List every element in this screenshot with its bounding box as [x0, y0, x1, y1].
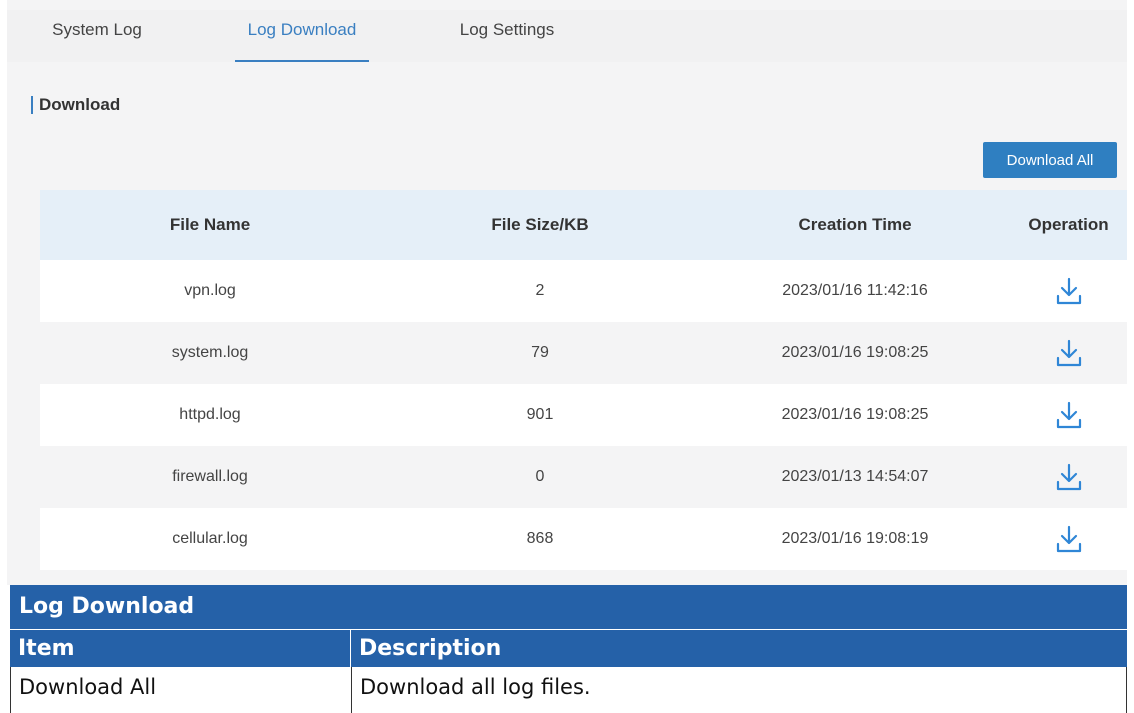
header-creation-time: Creation Time	[798, 215, 912, 234]
tab-log-download[interactable]: Log Download	[235, 10, 369, 62]
table-header: File Name File Size/KB Creation Time Ope…	[40, 190, 1127, 260]
download-icon[interactable]	[1054, 524, 1084, 554]
doc-table-header: Item Description	[10, 629, 1127, 667]
file-name-cell: httpd.log	[179, 406, 241, 423]
download-icon[interactable]	[1054, 338, 1084, 368]
doc-header-description: Description	[351, 629, 1127, 667]
download-icon[interactable]	[1054, 276, 1084, 306]
operation-cell	[1010, 260, 1127, 322]
doc-description-table: Log Download Item Description Download A…	[10, 585, 1127, 713]
log-page: System Log Log Download Log Settings Dow…	[7, 0, 1127, 585]
doc-table-row: Download All Download all log files.	[10, 667, 1127, 713]
doc-item-cell: Download All	[11, 667, 352, 713]
file-name-cell: system.log	[171, 344, 249, 361]
log-files-table: File Name File Size/KB Creation Time Ope…	[40, 190, 1127, 570]
table-row: httpd.log 901 2023/01/16 19:08:25	[40, 384, 1127, 446]
file-size-cell: 79	[531, 344, 549, 361]
operation-cell	[1010, 322, 1127, 384]
file-size-cell: 901	[526, 406, 554, 423]
tab-bar: System Log Log Download Log Settings	[7, 10, 1127, 62]
file-name-cell: cellular.log	[172, 530, 248, 547]
download-all-button[interactable]: Download All	[983, 142, 1117, 178]
table-row: firewall.log 0 2023/01/13 14:54:07	[40, 446, 1127, 508]
file-size-cell: 868	[526, 530, 554, 547]
creation-time-cell: 2023/01/16 11:42:16	[782, 282, 928, 299]
creation-time-cell: 2023/01/16 19:08:25	[781, 406, 929, 423]
doc-table-title: Log Download	[10, 585, 1127, 629]
doc-description-cell: Download all log files.	[360, 675, 591, 699]
operation-cell	[1010, 384, 1127, 446]
header-file-size: File Size/KB	[491, 215, 589, 234]
header-operation: Operation	[1028, 215, 1109, 234]
file-name-cell: vpn.log	[184, 282, 236, 299]
operation-cell	[1010, 508, 1127, 570]
section-title: Download	[31, 96, 120, 114]
table-row: vpn.log 2 2023/01/16 11:42:16	[40, 260, 1127, 322]
tab-system-log[interactable]: System Log	[37, 10, 157, 62]
header-file-name: File Name	[169, 215, 251, 234]
table-row: cellular.log 868 2023/01/16 19:08:19	[40, 508, 1127, 570]
file-size-cell: 2	[535, 282, 545, 299]
creation-time-cell: 2023/01/16 19:08:25	[781, 344, 929, 361]
download-icon[interactable]	[1054, 400, 1084, 430]
file-size-cell: 0	[535, 468, 545, 485]
operation-cell	[1010, 446, 1127, 508]
table-row: system.log 79 2023/01/16 19:08:25	[40, 322, 1127, 384]
creation-time-cell: 2023/01/13 14:54:07	[781, 468, 929, 485]
creation-time-cell: 2023/01/16 19:08:19	[781, 530, 929, 547]
download-icon[interactable]	[1054, 462, 1084, 492]
doc-header-item: Item	[10, 629, 351, 667]
tab-log-settings[interactable]: Log Settings	[447, 10, 567, 62]
file-name-cell: firewall.log	[172, 468, 248, 485]
